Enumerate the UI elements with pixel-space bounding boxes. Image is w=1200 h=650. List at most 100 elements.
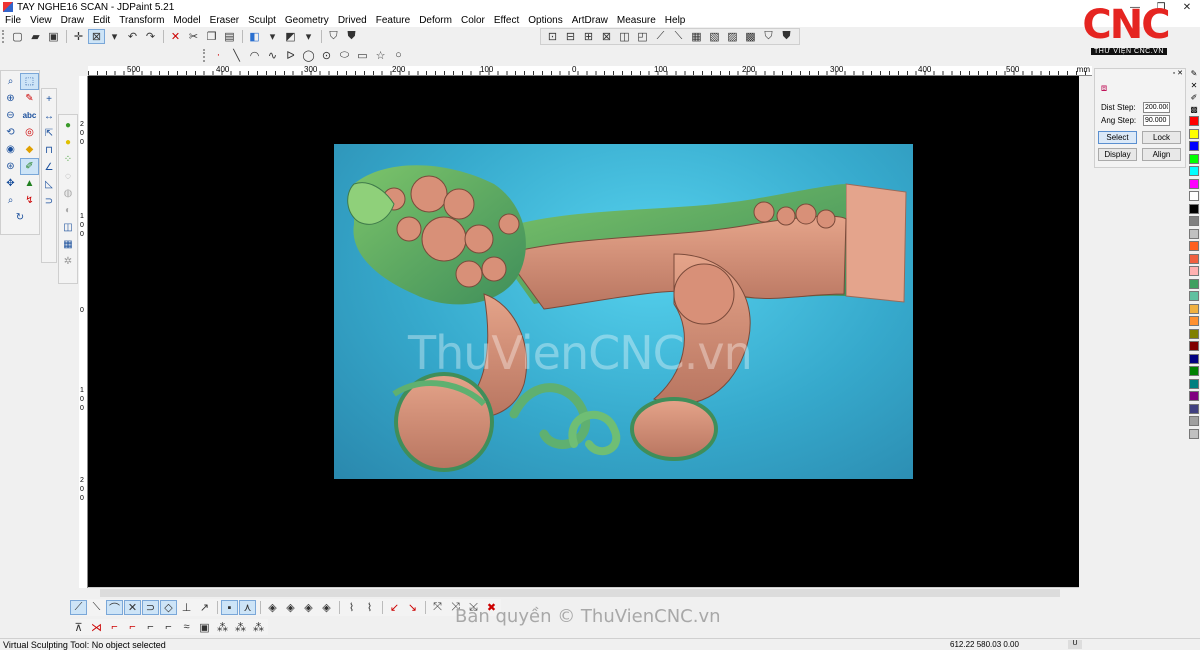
- shade-cube-icon[interactable]: ◧: [246, 29, 263, 44]
- align-button[interactable]: Align: [1142, 148, 1181, 161]
- select-button[interactable]: Select: [1098, 131, 1137, 144]
- color-swatch[interactable]: [1189, 303, 1199, 314]
- color-swatch[interactable]: [1189, 366, 1199, 376]
- relief-tool-icon[interactable]: ⟍: [670, 29, 687, 44]
- curve-tool-icon[interactable]: ↗: [196, 600, 213, 615]
- sculpt-tool-icon[interactable]: ✐: [20, 158, 39, 175]
- menu-eraser[interactable]: Eraser: [210, 15, 239, 26]
- lock-button[interactable]: Lock: [1142, 131, 1181, 144]
- menu-help[interactable]: Help: [665, 15, 686, 26]
- dist-step-input[interactable]: [1143, 102, 1170, 113]
- zoom-window-icon[interactable]: ⌕: [1, 73, 20, 90]
- chevron-down-icon[interactable]: ▾: [106, 29, 123, 44]
- paste-icon[interactable]: ▤: [221, 29, 238, 44]
- color-swatch[interactable]: [1189, 353, 1199, 364]
- redo-icon[interactable]: ↷: [142, 29, 159, 44]
- corner-tool-icon[interactable]: ⌐: [106, 620, 123, 635]
- circle-center-icon[interactable]: ⊙: [318, 48, 335, 63]
- view-cube-icon[interactable]: ◩: [282, 29, 299, 44]
- curve-tool-icon[interactable]: ⟍: [88, 600, 105, 615]
- loop-icon[interactable]: ⊃: [42, 193, 57, 210]
- corner-tool-icon[interactable]: ⊼: [70, 620, 87, 635]
- arc-icon[interactable]: ◠: [246, 48, 263, 63]
- corner-tool-icon[interactable]: ⁂: [232, 620, 249, 635]
- relief-tool-icon[interactable]: ◫: [616, 29, 633, 44]
- text-tool-icon[interactable]: abc: [20, 107, 39, 124]
- menu-feature[interactable]: Feature: [376, 15, 410, 26]
- color-swatch[interactable]: [1189, 316, 1199, 326]
- light-bulb-icon[interactable]: ●: [59, 134, 78, 151]
- relief-tool-icon[interactable]: ⊠: [598, 29, 615, 44]
- corner-tool-icon[interactable]: ▣: [196, 620, 213, 635]
- relief-tool-icon[interactable]: ⟋: [652, 29, 669, 44]
- curve-tool-icon[interactable]: ⌒: [106, 600, 123, 615]
- fill-tool-icon[interactable]: ◆: [20, 141, 39, 158]
- ellipse-icon[interactable]: ⬭: [336, 48, 353, 63]
- curve-tool-icon[interactable]: ⟋: [70, 600, 87, 615]
- color-swatch[interactable]: [1189, 278, 1199, 289]
- menu-options[interactable]: Options: [528, 15, 562, 26]
- menu-edit[interactable]: Edit: [93, 15, 110, 26]
- color-swatch[interactable]: [1189, 116, 1199, 126]
- node-tool-icon[interactable]: ▪: [221, 600, 238, 615]
- rotate-light-icon[interactable]: ◌: [59, 168, 78, 185]
- display-button[interactable]: Display: [1098, 148, 1137, 161]
- zoom-in-icon[interactable]: ⊕: [1, 90, 20, 107]
- eraser-icon[interactable]: ◎: [20, 124, 39, 141]
- menu-transform[interactable]: Transform: [119, 15, 164, 26]
- color-swatch[interactable]: [1189, 378, 1199, 389]
- relief-shield-icon[interactable]: ⛊: [343, 29, 360, 44]
- panel-restore-icon[interactable]: ▫ ✕: [1173, 69, 1183, 77]
- plus-icon[interactable]: +: [42, 91, 57, 108]
- color-swatch[interactable]: [1189, 216, 1199, 226]
- relief-shield-icon[interactable]: ⛉: [760, 29, 777, 44]
- edit-tool-icon[interactable]: ↙: [386, 600, 403, 615]
- color-swatch[interactable]: [1189, 291, 1199, 301]
- node-tool-icon[interactable]: ◈: [300, 600, 317, 615]
- relief-tool-icon[interactable]: ⊟: [562, 29, 579, 44]
- smooth-tool-icon[interactable]: ↯: [20, 192, 39, 209]
- light-bulb-icon[interactable]: ●: [59, 117, 78, 134]
- palette-icon[interactable]: ▩: [1189, 104, 1199, 114]
- scrollbar-thumb[interactable]: [100, 589, 1060, 597]
- relief-shield-icon[interactable]: ⛉: [325, 29, 342, 44]
- color-swatch[interactable]: [1189, 141, 1199, 151]
- bump-tool-icon[interactable]: ▲: [20, 175, 39, 192]
- polyline-icon[interactable]: ᐅ: [282, 48, 299, 63]
- corner-tool-icon[interactable]: ⋊: [88, 620, 105, 635]
- node-tool-icon[interactable]: ◈: [264, 600, 281, 615]
- chevron-down-icon[interactable]: ▾: [300, 29, 317, 44]
- select-rect-icon[interactable]: ⬚: [20, 73, 39, 90]
- edit-tool-icon[interactable]: ⤧: [429, 600, 446, 615]
- open-folder-icon[interactable]: ▰: [27, 29, 44, 44]
- color-swatch[interactable]: [1189, 416, 1199, 426]
- color-swatch[interactable]: [1189, 403, 1199, 414]
- node-tool-icon[interactable]: ⋏: [239, 600, 256, 615]
- zoom-out-icon[interactable]: ⊖: [1, 107, 20, 124]
- color-swatch[interactable]: [1189, 391, 1199, 401]
- horizontal-scrollbar[interactable]: [88, 587, 1079, 597]
- rotate-view-icon[interactable]: ↻: [11, 209, 30, 226]
- no-color-icon[interactable]: ✕: [1189, 80, 1199, 90]
- menu-deform[interactable]: Deform: [419, 15, 452, 26]
- corner-tool-icon[interactable]: ⌐: [124, 620, 141, 635]
- drawing-canvas[interactable]: ThuVienCNC.vn: [88, 76, 1079, 587]
- menu-drived[interactable]: Drived: [338, 15, 367, 26]
- circle-icon[interactable]: ○: [390, 48, 407, 63]
- angle-icon[interactable]: ∠: [42, 159, 57, 176]
- menu-draw[interactable]: Draw: [61, 15, 84, 26]
- corner-tool-icon[interactable]: ⌐: [142, 620, 159, 635]
- view-3d-icon[interactable]: ⊛: [1, 158, 20, 175]
- offset-icon[interactable]: ⇱: [42, 125, 57, 142]
- line-icon[interactable]: ╲: [228, 48, 245, 63]
- rectangle-icon[interactable]: ▭: [354, 48, 371, 63]
- color-swatch[interactable]: [1189, 266, 1199, 276]
- relief-tool-icon[interactable]: ⊞: [580, 29, 597, 44]
- edit-tool-icon[interactable]: ⌇: [361, 600, 378, 615]
- spline-icon[interactable]: ∿: [264, 48, 281, 63]
- cut-icon[interactable]: ✂: [185, 29, 202, 44]
- color-swatch[interactable]: [1189, 428, 1199, 439]
- curve-tool-icon[interactable]: ✕: [124, 600, 141, 615]
- eye-icon[interactable]: ◉: [1, 141, 20, 158]
- crosshair-icon[interactable]: ✛: [70, 29, 87, 44]
